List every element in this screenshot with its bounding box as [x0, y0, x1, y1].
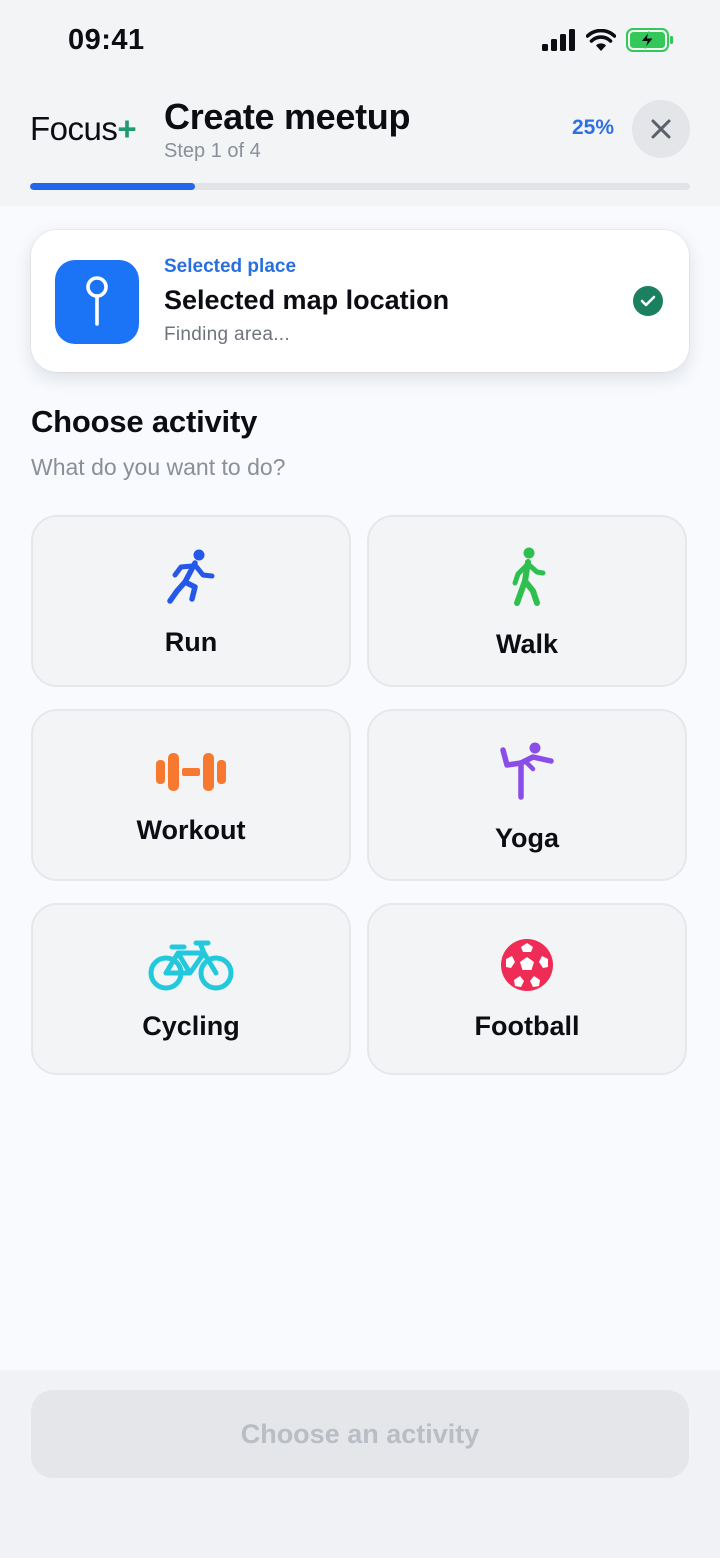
place-title: Selected map location [164, 285, 450, 315]
brand-plus: + [117, 110, 137, 147]
activity-option-walk[interactable]: Walk [367, 515, 687, 687]
close-button[interactable] [632, 100, 690, 158]
activity-option-yoga[interactable]: Yoga [367, 709, 687, 881]
wifi-icon [586, 29, 616, 51]
activity-option-football[interactable]: Football [367, 903, 687, 1075]
cellular-signal-icon [542, 29, 575, 51]
bicycle-icon [148, 940, 234, 991]
activity-label: Football [474, 1011, 580, 1041]
dumbbell-icon [156, 753, 226, 791]
choose-activity-button[interactable]: Choose an activity [31, 1390, 689, 1478]
activity-label: Workout [136, 815, 246, 845]
status-bar: 09:41 [0, 0, 720, 84]
status-time: 09:41 [68, 24, 145, 56]
yoga-icon [500, 742, 554, 800]
header: Focus+ Create meetup Step 1 of 4 25% [0, 84, 720, 206]
progress-fill [30, 183, 195, 190]
activity-option-run[interactable]: Run [31, 515, 351, 687]
footer: Choose an activity [0, 1370, 720, 1558]
progress-bar [30, 183, 690, 190]
activity-label: Run [164, 627, 218, 657]
map-pin-icon [55, 260, 139, 344]
place-status: Finding area... [164, 324, 290, 345]
running-icon [167, 549, 215, 604]
checkmark-icon [633, 286, 663, 316]
selected-place-card[interactable]: Selected place Selected map location Fin… [31, 230, 689, 372]
walking-icon [512, 547, 546, 606]
step-indicator: Step 1 of 4 [164, 140, 261, 162]
activity-section-title: Choose activity [31, 404, 258, 439]
battery-charging-icon [626, 28, 673, 52]
close-icon [651, 119, 671, 139]
activity-label: Walk [495, 629, 558, 659]
brand-logo: Focus+ [30, 110, 137, 148]
activity-option-workout[interactable]: Workout [31, 709, 351, 881]
brand-name: Focus [30, 110, 118, 147]
activity-label: Yoga [494, 823, 559, 853]
activity-option-cycling[interactable]: Cycling [31, 903, 351, 1075]
progress-percent: 25% [571, 116, 614, 139]
football-icon [501, 939, 553, 991]
activity-section-subtitle: What do you want to do? [31, 454, 286, 480]
page-title: Create meetup [164, 96, 411, 137]
place-kicker: Selected place [164, 256, 297, 277]
activity-label: Cycling [142, 1011, 240, 1041]
status-icons [542, 28, 674, 52]
